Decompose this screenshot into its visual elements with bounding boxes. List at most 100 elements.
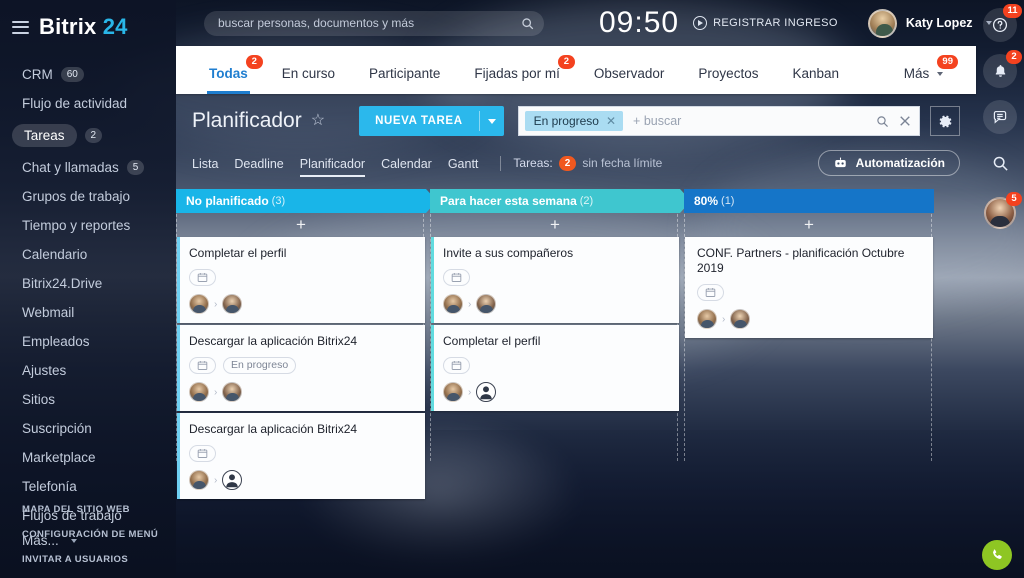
filter-bar[interactable]: En progreso ✕ [517, 106, 920, 136]
sidebar-item-calendario[interactable]: Calendario [0, 240, 176, 269]
sidebar-item-webmail[interactable]: Webmail [0, 298, 176, 327]
tasks-without-deadline-info[interactable]: Tareas: 2 sin fecha límite [513, 155, 662, 175]
task-card[interactable]: Invite a sus compañeros › [431, 237, 679, 323]
deadline-chip[interactable] [443, 357, 470, 374]
task-meta [189, 445, 414, 462]
sidebar-item-grupos-de-trabajo[interactable]: Grupos de trabajo [0, 182, 176, 211]
avatar[interactable] [222, 382, 243, 402]
view-label: Lista [192, 156, 219, 171]
divider [500, 155, 502, 171]
sidebar-item-crm[interactable]: CRM 60 [0, 60, 176, 89]
sidebar-item-chat-y-llamadas[interactable]: Chat y llamadas 5 [0, 153, 176, 182]
tab-label: Fijadas por mí [474, 66, 560, 81]
deadline-chip[interactable] [443, 269, 470, 286]
global-search[interactable] [204, 10, 544, 36]
check-in-button[interactable]: REGISTRAR INGRESO [693, 16, 838, 30]
help-badge: 11 [1002, 4, 1022, 18]
tab-proyectos[interactable]: Proyectos [681, 66, 775, 94]
sidebar-item-tareas[interactable]: Tareas 2 [0, 118, 176, 153]
deadline-chip[interactable] [189, 357, 216, 374]
arrow-icon: › [214, 298, 218, 310]
sidebar-item-label: Marketplace [22, 450, 96, 465]
deadline-chip[interactable] [189, 445, 216, 462]
task-card[interactable]: Descargar la aplicación Bitrix24 En prog… [177, 325, 425, 411]
status-chip[interactable]: En progreso [223, 357, 297, 374]
menu-toggle-icon[interactable] [12, 20, 29, 34]
menu-settings-link[interactable]: CONFIGURACIÓN DE MENÚ [0, 522, 176, 547]
avatar[interactable] [476, 294, 497, 314]
avatar-placeholder[interactable] [222, 470, 243, 490]
new-task-button[interactable]: NUEVA TAREA [359, 106, 504, 136]
sidebar-item-marketplace[interactable]: Marketplace [0, 443, 176, 472]
avatar[interactable] [189, 470, 209, 490]
rail-search-button[interactable] [983, 146, 1017, 180]
sidebar-item-suscripcion[interactable]: Suscripción [0, 414, 176, 443]
column-header[interactable]: No planificado (3) [176, 189, 437, 213]
tab-fijadas-por-mi[interactable]: Fijadas por mí 2 [457, 55, 577, 94]
avatar[interactable] [697, 309, 717, 329]
sidebar-item-tiempo-y-reportes[interactable]: Tiempo y reportes [0, 211, 176, 240]
deadline-chip[interactable] [189, 269, 216, 286]
column-header[interactable]: 80% (1) [684, 189, 934, 213]
help-button[interactable]: 11 [983, 4, 1022, 42]
automation-button[interactable]: Automatización [817, 150, 960, 176]
favorite-star-icon[interactable]: ☆ [311, 113, 325, 129]
sidebar-item-bitrix24-drive[interactable]: Bitrix24.Drive [0, 269, 176, 298]
sitemap-link[interactable]: MAPA DEL SITIO WEB [0, 497, 176, 522]
sidebar-item-flujo-de-actividad[interactable]: Flujo de actividad [0, 89, 176, 118]
view-gantt[interactable]: Gantt [448, 153, 490, 178]
play-icon [693, 16, 708, 30]
avatar[interactable] [189, 294, 209, 314]
avatar[interactable] [443, 382, 463, 402]
column-header[interactable]: Para hacer esta semana (2) [430, 189, 691, 213]
tab-mas[interactable]: Más 99 [887, 55, 960, 94]
close-icon[interactable]: ✕ [606, 114, 616, 128]
clear-filter-icon[interactable] [899, 115, 911, 127]
view-calendar[interactable]: Calendar [381, 153, 443, 178]
brand-logo[interactable]: Bitrix 24 [39, 14, 128, 40]
new-task-dropdown[interactable] [480, 118, 504, 124]
chat-button[interactable] [983, 100, 1017, 134]
tab-label: Más [903, 66, 930, 81]
task-card[interactable]: Descargar la aplicación Bitrix24 › [177, 413, 425, 499]
invite-users-link[interactable]: INVITAR A USUARIOS [0, 547, 176, 572]
deadline-chip[interactable] [697, 284, 724, 301]
filter-chip-en-progreso[interactable]: En progreso ✕ [524, 111, 624, 131]
sidebar-item-empleados[interactable]: Empleados [0, 327, 176, 356]
avatar[interactable] [443, 294, 463, 314]
person-icon [480, 386, 493, 400]
user-menu[interactable]: Katy Lopez [867, 8, 992, 38]
arrow-icon: › [468, 386, 472, 398]
view-deadline[interactable]: Deadline [234, 153, 294, 178]
sidebar-item-sitios[interactable]: Sitios [0, 385, 176, 414]
settings-button[interactable] [930, 106, 960, 136]
filter-input[interactable] [633, 114, 876, 128]
view-planificador[interactable]: Planificador [299, 153, 376, 178]
avatar[interactable] [189, 382, 209, 402]
tab-kanban[interactable]: Kanban [775, 66, 856, 94]
avatar[interactable] [730, 309, 751, 329]
sidebar-item-badge: 5 [126, 160, 145, 175]
task-card[interactable]: CONF. Partners - planificación Octubre 2… [685, 237, 933, 338]
sidebar-item-ajustes[interactable]: Ajustes [0, 356, 176, 385]
task-card[interactable]: Completar el perfil › [431, 325, 679, 411]
tab-todas[interactable]: Todas 2 [192, 55, 265, 94]
task-card[interactable]: Completar el perfil › [177, 237, 425, 323]
avatar[interactable] [222, 294, 243, 314]
tab-observador[interactable]: Observador [577, 66, 682, 94]
search-icon[interactable] [876, 115, 889, 128]
notifications-button[interactable]: 2 [983, 50, 1022, 88]
sidebar-footer: MAPA DEL SITIO WEB CONFIGURACIÓN DE MENÚ… [0, 497, 176, 572]
user-name: Katy Lopez [905, 16, 973, 30]
search-input[interactable] [218, 16, 521, 30]
avatar-placeholder[interactable] [476, 382, 497, 402]
view-switcher: Lista Deadline Planificador Calendar Gan… [176, 144, 976, 180]
tab-en-curso[interactable]: En curso [265, 66, 352, 94]
call-button[interactable] [982, 540, 1012, 570]
new-task-label: NUEVA TAREA [375, 115, 463, 127]
rail-avatar-button[interactable]: 5 [983, 192, 1022, 230]
filter-actions [876, 115, 911, 128]
tab-participante[interactable]: Participante [352, 66, 457, 94]
task-title: Completar el perfil [189, 246, 287, 260]
view-lista[interactable]: Lista [192, 153, 229, 178]
